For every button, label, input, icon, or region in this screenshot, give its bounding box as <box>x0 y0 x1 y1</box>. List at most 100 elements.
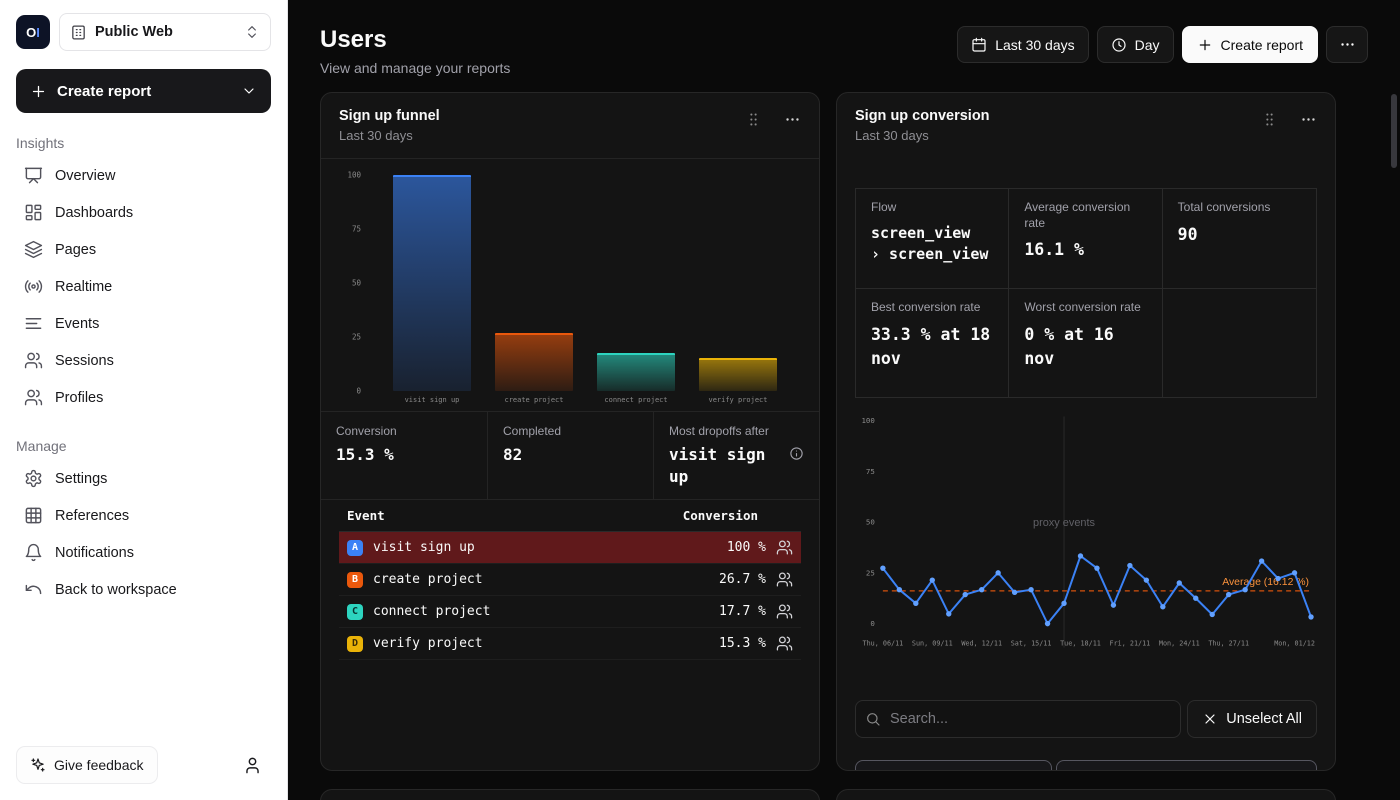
y-axis-tick: 100 <box>347 171 361 180</box>
x-category-label: verify project <box>699 396 777 407</box>
data-point[interactable] <box>1292 570 1297 575</box>
users-icon[interactable] <box>776 635 793 652</box>
data-point[interactable] <box>1259 558 1264 563</box>
interval-label: Day <box>1135 37 1160 53</box>
step-box[interactable] <box>855 760 1052 771</box>
table-header-row: Event Conversion <box>339 500 801 532</box>
data-point[interactable] <box>963 592 968 597</box>
workspace-selector[interactable]: Public Web <box>59 13 271 51</box>
sparkles-icon <box>30 757 46 773</box>
stat-label: Completed <box>503 424 638 438</box>
drag-handle[interactable] <box>1261 111 1278 131</box>
data-point[interactable] <box>1028 587 1033 592</box>
data-point[interactable] <box>1160 604 1165 609</box>
sidebar-item-references[interactable]: References <box>16 497 271 534</box>
undo-icon <box>24 580 43 599</box>
list-icon <box>24 314 43 333</box>
data-point[interactable] <box>1210 612 1215 617</box>
sidebar-item-label: Profiles <box>55 390 103 406</box>
main-content: Users View and manage your reports Last … <box>288 0 1400 800</box>
sidebar-item-events[interactable]: Events <box>16 305 271 342</box>
sidebar-item-realtime[interactable]: Realtime <box>16 268 271 305</box>
sidebar-item-pages[interactable]: Pages <box>16 231 271 268</box>
conversion-card-subtitle: Last 30 days <box>855 128 990 143</box>
search-input[interactable] <box>855 700 1181 738</box>
data-point[interactable] <box>1308 614 1313 619</box>
sidebar-item-label: Back to workspace <box>55 582 177 598</box>
data-point[interactable] <box>979 587 984 592</box>
event-row-verify-project[interactable]: Dverify project15.3 % <box>339 628 801 660</box>
funnel-card-titles: Sign up funnel Last 30 days <box>339 108 440 143</box>
sidebar-item-settings[interactable]: Settings <box>16 460 271 497</box>
funnel-card-actions <box>745 108 801 131</box>
users-icon[interactable] <box>776 571 793 588</box>
funnel-y-axis: 0255075100 <box>339 175 369 391</box>
x-category-label: connect project <box>597 396 675 407</box>
funnel-bar-connect-project[interactable] <box>597 353 675 391</box>
users-icon[interactable] <box>776 539 793 556</box>
create-report-button[interactable]: Create report <box>16 69 271 113</box>
data-point[interactable] <box>1275 576 1280 581</box>
drag-handle[interactable] <box>745 111 762 131</box>
stat-label: Total conversions <box>1178 200 1301 216</box>
data-point[interactable] <box>1111 602 1116 607</box>
users-icon[interactable] <box>776 603 793 620</box>
data-point[interactable] <box>1226 592 1231 597</box>
grip-icon <box>745 111 762 128</box>
sidebar-item-profiles[interactable]: Profiles <box>16 379 271 416</box>
conversion-stats-grid: Flowscreen_view› screen_viewAverage conv… <box>855 188 1317 398</box>
watermark: proxy events <box>1033 517 1096 529</box>
data-point[interactable] <box>1193 596 1198 601</box>
funnel-bar-create-project[interactable] <box>495 333 573 391</box>
step-box[interactable] <box>1056 760 1317 771</box>
date-range-button[interactable]: Last 30 days <box>957 26 1088 63</box>
data-point[interactable] <box>1127 563 1132 568</box>
data-point[interactable] <box>880 565 885 570</box>
card-menu-button[interactable] <box>1300 111 1317 131</box>
event-conversion: 26.7 % <box>719 572 766 587</box>
user-icon <box>243 756 262 775</box>
funnel-card-header: Sign up funnel Last 30 days <box>321 93 819 159</box>
step-badge: A <box>347 540 363 556</box>
data-point[interactable] <box>995 570 1000 575</box>
event-row-connect-project[interactable]: Cconnect project17.7 % <box>339 596 801 628</box>
sidebar-item-dashboards[interactable]: Dashboards <box>16 194 271 231</box>
line-chart-svg: 0255075100proxy eventsAverage (16.12 %)T… <box>855 412 1317 662</box>
sidebar-item-overview[interactable]: Overview <box>16 157 271 194</box>
data-point[interactable] <box>1012 590 1017 595</box>
data-point[interactable] <box>1078 553 1083 558</box>
funnel-bar-verify-project[interactable] <box>699 358 777 391</box>
data-point[interactable] <box>897 587 902 592</box>
data-point[interactable] <box>1242 587 1247 592</box>
data-point[interactable] <box>1177 580 1182 585</box>
info-icon[interactable] <box>789 446 804 461</box>
sidebar-item-back-to-workspace[interactable]: Back to workspace <box>16 571 271 608</box>
data-point[interactable] <box>930 577 935 582</box>
data-point[interactable] <box>1144 577 1149 582</box>
profile-button[interactable] <box>233 746 271 784</box>
funnel-bar-visit-sign-up[interactable] <box>393 175 471 391</box>
conversion-card-titles: Sign up conversion Last 30 days <box>855 108 990 143</box>
interval-button[interactable]: Day <box>1097 26 1174 63</box>
unselect-all-button[interactable]: Unselect All <box>1187 700 1317 738</box>
event-row-visit-sign-up[interactable]: Avisit sign up100 % <box>339 532 801 564</box>
layers-icon <box>24 240 43 259</box>
card-menu-button[interactable] <box>784 111 801 131</box>
event-row-create-project[interactable]: Bcreate project26.7 % <box>339 564 801 596</box>
stat-value: 33.3 % at 18 nov <box>871 323 993 371</box>
data-point[interactable] <box>1061 601 1066 606</box>
data-point[interactable] <box>1094 565 1099 570</box>
data-point[interactable] <box>1045 621 1050 626</box>
create-report-header-button[interactable]: Create report <box>1182 26 1318 63</box>
give-feedback-button[interactable]: Give feedback <box>16 746 158 784</box>
y-axis-tick: 25 <box>866 568 875 577</box>
data-point[interactable] <box>946 611 951 616</box>
sidebar-item-sessions[interactable]: Sessions <box>16 342 271 379</box>
page-title: Users <box>320 26 510 54</box>
scrollbar-thumb[interactable] <box>1391 94 1397 168</box>
sidebar-item-notifications[interactable]: Notifications <box>16 534 271 571</box>
x-axis-tick: Thu, 06/11 <box>863 640 904 648</box>
unselect-all-label: Unselect All <box>1226 711 1302 727</box>
page-menu-button[interactable] <box>1326 26 1368 63</box>
data-point[interactable] <box>913 601 918 606</box>
